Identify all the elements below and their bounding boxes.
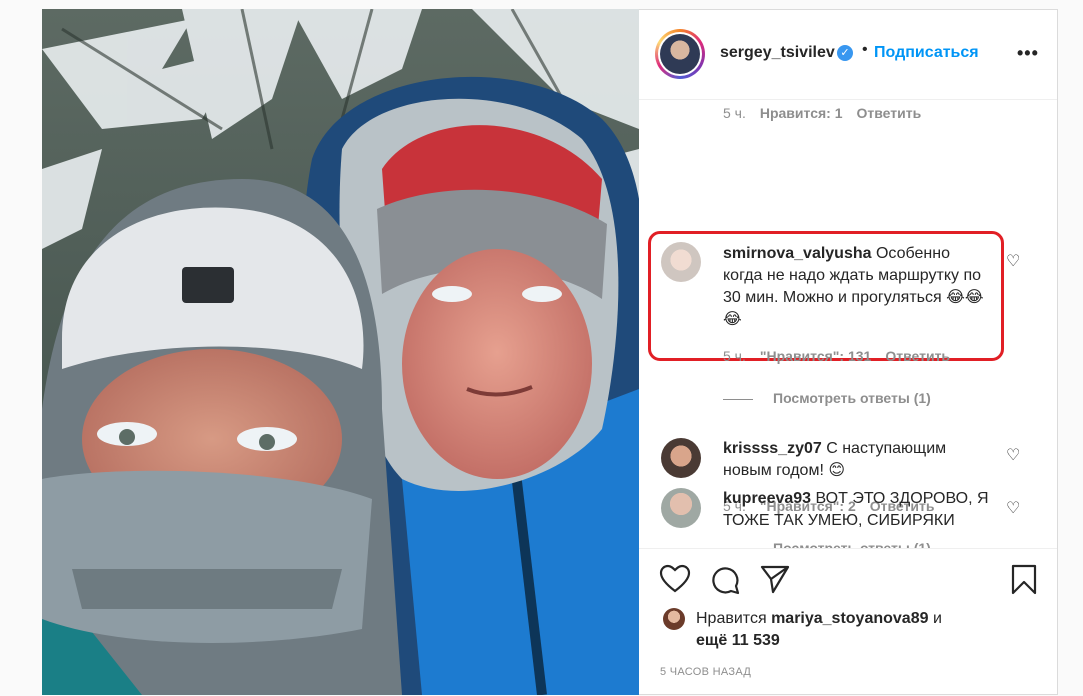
- comments-list[interactable]: 5 ч. Нравится: 1 Ответить smirnova_valyush…: [639, 100, 1057, 548]
- verified-icon: ✓: [837, 45, 853, 61]
- view-replies-label: Посмотреть ответы (1): [773, 390, 931, 406]
- comment-username[interactable]: smirnova_valyusha: [723, 245, 872, 262]
- comment-time: 5 ч.: [723, 105, 746, 121]
- post-header: sergey_tsivilev ✓ • Подписаться •••: [639, 10, 1057, 100]
- comment-like-icon[interactable]: ♡: [1006, 498, 1020, 518]
- previous-comment-meta: 5 ч. Нравится: 1 Ответить: [723, 105, 921, 121]
- likes-count[interactable]: ещё 11 539: [696, 632, 780, 649]
- comment-like-icon[interactable]: ♡: [1006, 445, 1020, 465]
- post-panel: sergey_tsivilev ✓ • Подписаться ••• 5 ч.…: [639, 9, 1058, 695]
- author-username[interactable]: sergey_tsivilev: [720, 44, 835, 62]
- comment-text: kupreeva93 ВОТ ЭТО ЗДОРОВО, Я ТОЖЕ ТАК У…: [723, 488, 1013, 534]
- comment-text: smirnova_valyusha Особенно когда не надо…: [723, 243, 993, 331]
- comment-username[interactable]: kupreeva93: [723, 490, 811, 507]
- view-replies-button[interactable]: Посмотреть ответы (1): [723, 390, 931, 406]
- liker-username[interactable]: mariya_stoyanova89: [771, 610, 928, 627]
- view-replies-label: Посмотреть ответы (1): [773, 540, 931, 548]
- comment-avatar[interactable]: [661, 488, 701, 528]
- comment-avatar[interactable]: [661, 242, 701, 282]
- more-icon[interactable]: •••: [1017, 43, 1039, 64]
- share-icon[interactable]: [759, 564, 791, 594]
- reply-button[interactable]: Ответить: [857, 105, 922, 121]
- comment-likes[interactable]: Нравится: 1: [760, 105, 843, 121]
- separator: •: [862, 41, 868, 58]
- follow-button[interactable]: Подписаться: [874, 44, 979, 62]
- comment-likes[interactable]: "Нравится": 131: [760, 348, 871, 364]
- comment-meta: 5 ч. "Нравится": 131 Ответить: [723, 348, 950, 364]
- post-timestamp[interactable]: 5 ЧАСОВ НАЗАД: [660, 666, 751, 678]
- likes-prefix: Нравится: [696, 610, 767, 627]
- reply-button[interactable]: Ответить: [885, 348, 950, 364]
- likes-summary[interactable]: Нравится mariya_stoyanova89 и ещё 11 539: [696, 608, 1016, 652]
- liker-avatar[interactable]: [663, 608, 685, 630]
- comment-like-icon[interactable]: ♡: [1006, 251, 1020, 271]
- post-photo[interactable]: [42, 9, 639, 695]
- bookmark-icon[interactable]: [1010, 564, 1038, 595]
- comment-username[interactable]: krissss_zy07: [723, 440, 822, 457]
- author-avatar[interactable]: [655, 29, 705, 79]
- selfie-image: [42, 9, 639, 695]
- comment-time: 5 ч.: [723, 348, 746, 364]
- comment-text: krissss_zy07 С наступающим новым годом! …: [723, 438, 973, 482]
- post-actions: Нравится mariya_stoyanova89 и ещё 11 539…: [639, 548, 1057, 696]
- comment-icon[interactable]: [710, 564, 741, 595]
- view-replies-button[interactable]: Посмотреть ответы (1): [723, 540, 931, 548]
- heart-icon[interactable]: [659, 564, 691, 594]
- comment-avatar[interactable]: [661, 438, 701, 478]
- likes-suffix: и: [932, 610, 942, 627]
